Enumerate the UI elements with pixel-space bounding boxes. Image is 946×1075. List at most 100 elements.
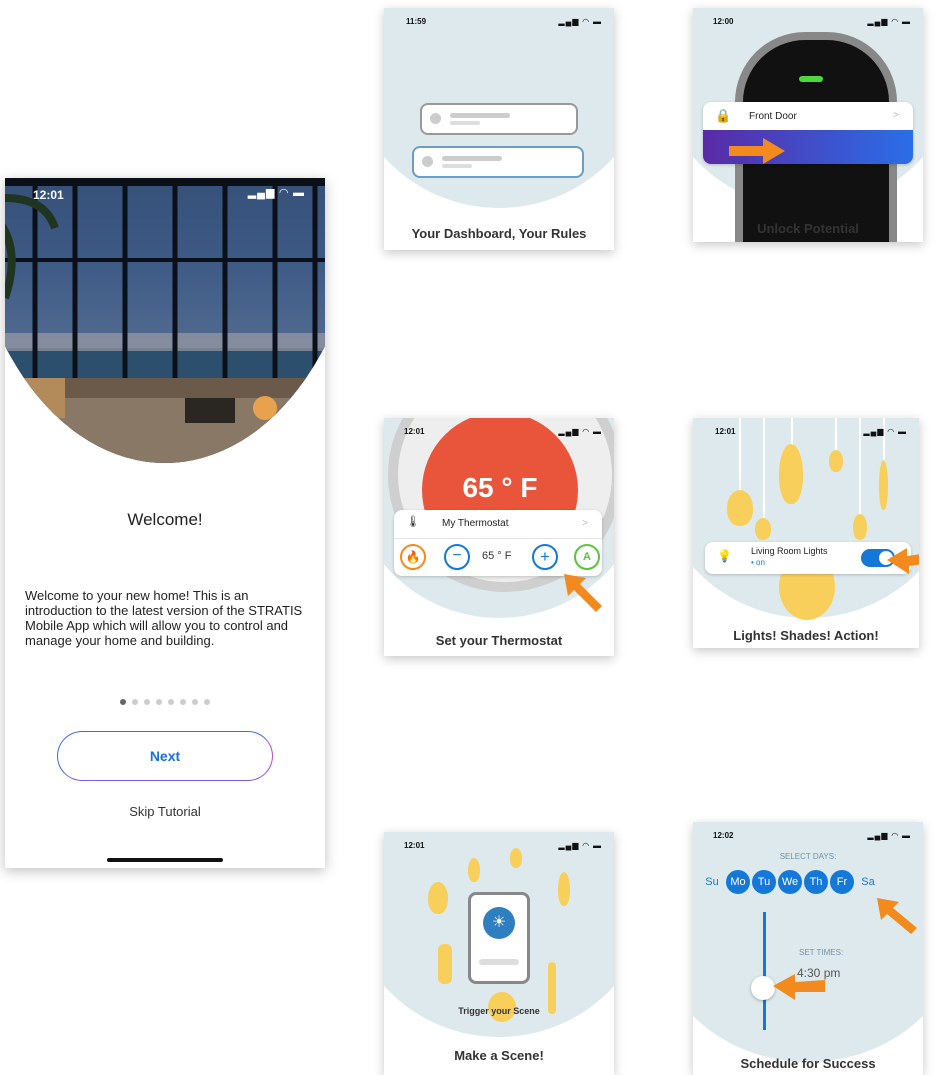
signal-wifi-battery-icons: ▂▄▆ ◠ ▬: [867, 831, 911, 840]
page-dot[interactable]: [120, 699, 126, 705]
signal-wifi-battery-icons: ▂▄▆ ◠ ▬: [558, 841, 602, 850]
status-time: 11:59: [406, 17, 427, 26]
thermostat-row[interactable]: 🌡 My Thermostat > 🔥 − 65 ° F + A: [394, 510, 602, 576]
card-caption: Your Dashboard, Your Rules: [411, 226, 587, 241]
arrow-left-icon: [773, 974, 825, 1000]
lights-card: 12:01 ▂▄▆ ◠ ▬ 💡 Living Room Lights • on …: [693, 418, 919, 648]
signal-wifi-battery-icons: ▂▄▆ ◠ ▬: [558, 17, 602, 26]
status-bar: 12:00 ▂▄▆ ◠ ▬: [693, 8, 923, 28]
signal-wifi-battery-icons: ▂▄▆ ◠ ▬: [867, 17, 911, 26]
status-bar: 12:01 ▂▄▆ ◠ ▬: [384, 418, 614, 438]
page-dot[interactable]: [180, 699, 186, 705]
status-bar: 12:01 ▂▄▆ ◠ ▬: [5, 178, 325, 202]
thermometer-icon: 🌡: [406, 516, 420, 528]
status-time: 12:01: [33, 188, 64, 202]
status-time: 12:00: [713, 17, 734, 26]
status-bar: 12:01 ▂▄▆ ◠ ▬: [384, 832, 614, 852]
unlock-card: 12:00 ▂▄▆ ◠ ▬ 🔒 Front Door > Unlock Pote…: [693, 8, 923, 242]
card-caption: Schedule for Success: [740, 1056, 876, 1071]
dashboard-card: 11:59 ▂▄▆ ◠ ▬ Your Dashboard, Your Rules: [384, 8, 614, 250]
time-slider-track[interactable]: [763, 912, 766, 1030]
bulb-icon: [428, 882, 448, 914]
status-time: 12:01: [404, 427, 425, 436]
signal-wifi-battery-icons: ▂▄▆ ◠ ▬: [863, 427, 907, 436]
lock-status-led: [799, 76, 823, 82]
sunrise-icon: ☀: [483, 907, 515, 939]
arrow-left-icon: [887, 548, 919, 574]
light-name: Living Room Lights: [751, 546, 828, 556]
next-button[interactable]: Next: [57, 731, 273, 781]
status-time: 12:01: [404, 841, 425, 850]
bulb-icon: [829, 450, 843, 472]
chevron-right-icon: >: [582, 518, 588, 529]
lock-name: Front Door: [749, 111, 797, 122]
arrow-pointing-up-left-icon: [564, 574, 602, 612]
card-caption: Set your Thermostat: [435, 633, 563, 648]
light-state: • on: [751, 558, 765, 567]
dashboard-row-placeholder-selected: [412, 146, 584, 178]
hero-photo: [5, 178, 325, 463]
bulb-icon: [779, 444, 803, 504]
lightbulb-icon: 💡: [717, 549, 732, 563]
status-bar: 11:59 ▂▄▆ ◠ ▬: [384, 8, 614, 28]
setpoint-temperature: 65 ° F: [482, 550, 512, 562]
bulb-icon: [879, 460, 888, 510]
day-chip-fr[interactable]: Fr: [830, 870, 854, 894]
page-dot[interactable]: [132, 699, 138, 705]
signal-wifi-battery-icons: ▂▄▆ ◠ ▬: [558, 427, 602, 436]
scene-card: ☀ 12:01 ▂▄▆ ◠ ▬ Trigger your Scene Make …: [384, 832, 614, 1075]
page-dot[interactable]: [204, 699, 210, 705]
page-dot[interactable]: [192, 699, 198, 705]
bulb-icon: [438, 944, 452, 984]
skip-tutorial-link[interactable]: Skip Tutorial: [5, 804, 325, 819]
arrow-pointing-up-left-icon: [877, 898, 917, 934]
phone-illustration: ☀: [468, 892, 530, 984]
current-temperature: 65 ° F: [462, 472, 538, 503]
bulb-icon: [558, 872, 570, 906]
status-time: 12:01: [715, 427, 736, 436]
card-caption: Lights! Shades! Action!: [733, 628, 879, 643]
card-caption: Make a Scene!: [454, 1048, 544, 1063]
bulb-icon: [468, 858, 480, 882]
decrease-temp-button[interactable]: −: [444, 544, 470, 570]
lock-icon: 🔒: [715, 108, 732, 123]
heat-mode-icon[interactable]: 🔥: [400, 544, 426, 570]
set-times-label: SET TIMES:: [799, 948, 844, 957]
page-dot[interactable]: [156, 699, 162, 705]
welcome-screen: 12:01 ▂▄▆ ◠ ▬ Welcome! Welcome to your n…: [5, 178, 325, 868]
page-dot[interactable]: [168, 699, 174, 705]
day-chip-mo[interactable]: Mo: [726, 870, 750, 894]
day-selector: Su Mo Tu We Th Fr Sa: [699, 870, 923, 894]
status-bar: 12:01 ▂▄▆ ◠ ▬: [693, 418, 919, 438]
increase-temp-button[interactable]: +: [532, 544, 558, 570]
page-dot[interactable]: [144, 699, 150, 705]
day-chip-sa[interactable]: Sa: [856, 870, 880, 894]
dashboard-row-placeholder: [420, 103, 578, 135]
status-time: 12:02: [713, 831, 734, 840]
day-chip-su[interactable]: Su: [700, 870, 724, 894]
bulb-icon: [853, 514, 867, 540]
bulb-icon: [755, 518, 771, 540]
schedule-card: 12:02 ▂▄▆ ◠ ▬ SELECT DAYS: Su Mo Tu We Th Fr S…: [693, 822, 923, 1075]
bulb-icon: [727, 490, 753, 526]
signal-wifi-battery-icons: ▂▄▆ ◠ ▬: [247, 187, 305, 199]
status-bar: 12:02 ▂▄▆ ◠ ▬: [693, 822, 923, 842]
home-indicator: [107, 858, 223, 862]
day-chip-we[interactable]: We: [778, 870, 802, 894]
thermostat-card: 65 ° F 12:01 ▂▄▆ ◠ ▬ 🌡 My Thermostat > 🔥…: [384, 418, 614, 656]
page-indicator: [5, 692, 325, 710]
rooftop-terrace-image: [5, 178, 325, 463]
card-caption: Unlock Potential: [757, 221, 859, 236]
time-slider-thumb[interactable]: [751, 976, 775, 1000]
day-chip-tu[interactable]: Tu: [752, 870, 776, 894]
thermostat-name: My Thermostat: [442, 518, 509, 529]
light-row[interactable]: 💡 Living Room Lights • on: [705, 542, 911, 574]
day-chip-th[interactable]: Th: [804, 870, 828, 894]
welcome-title: Welcome!: [127, 510, 203, 529]
select-days-label: SELECT DAYS:: [779, 852, 837, 861]
trigger-scene-label: Trigger your Scene: [458, 1006, 540, 1016]
auto-mode-button[interactable]: A: [574, 544, 600, 570]
chevron-right-icon: >: [893, 110, 899, 121]
welcome-intro-text: Welcome to your new home! This is an int…: [25, 588, 303, 648]
arrow-right-icon: [729, 138, 785, 164]
